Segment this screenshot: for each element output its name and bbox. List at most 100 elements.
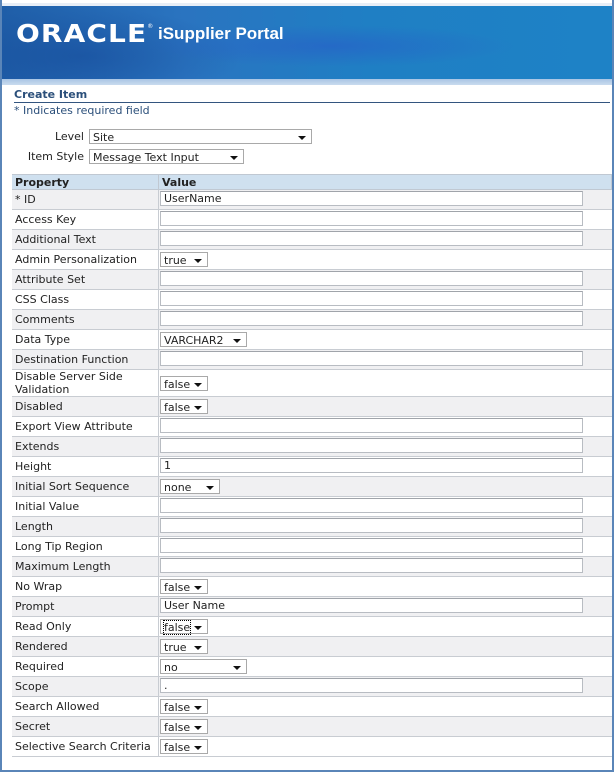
property-select[interactable]: true [160,639,208,654]
property-name: Disable Server Side Validation [12,369,159,397]
property-text-input[interactable] [160,271,583,286]
property-text-input[interactable] [160,311,583,326]
table-row: Length [12,516,612,537]
table-row: Disabled false [12,396,612,417]
property-name: Selective Search Criteria [12,736,159,757]
table-row: Secret false [12,716,612,737]
value-cell [159,417,612,436]
chevron-down-icon [233,339,241,343]
property-value-cell: false [158,396,612,417]
property-select[interactable]: false [160,619,208,635]
select-value: false [164,581,191,594]
select-value: true [164,641,187,654]
chevron-down-icon [194,746,202,750]
item-style-row: Item Style Message Text Input [2,149,322,166]
table-row: Required no [12,656,612,677]
property-text-input[interactable] [160,351,583,366]
value-cell: true [159,637,612,656]
value-cell [159,270,612,289]
property-name: Scope [12,676,159,697]
property-value-cell: no [158,656,612,677]
property-select[interactable]: false [160,719,208,734]
select-value: false [164,377,191,391]
value-cell [159,230,612,249]
required-field-note: * Indicates required field [14,104,150,117]
page-title: Create Item [14,88,610,103]
table-row: Access Key [12,209,612,230]
table-row: Read Only false [12,616,612,637]
property-name: Attribute Set [12,269,159,290]
property-name: Additional Text [12,229,159,250]
property-text-input[interactable] [160,498,583,513]
table-row: Export View Attribute [12,416,612,437]
item-style-label: Item Style [27,150,84,163]
property-select[interactable]: VARCHAR2 [160,332,247,347]
chevron-down-icon [194,406,202,410]
table-row: Data Type VARCHAR2 [12,329,612,350]
property-value-cell [158,536,612,557]
property-value-cell [158,349,612,370]
property-value-cell [158,516,612,537]
column-header-value: Value [158,174,612,190]
property-select[interactable]: false [160,739,208,754]
property-text-input[interactable]: UserName [160,191,583,206]
value-cell: User Name [159,597,612,616]
properties-table-body: * ID UserName Access Key Additional Text Adm… [12,189,612,757]
property-text-input[interactable] [160,231,583,246]
property-text-input[interactable] [160,418,583,433]
property-text-input[interactable] [160,518,583,533]
property-name: Extends [12,436,159,457]
property-name: Search Allowed [12,696,159,717]
column-header-property: Property [12,174,159,190]
registered-mark: ® [147,23,154,30]
item-style-value: Message Text Input [93,151,199,164]
level-select[interactable]: Site [89,129,312,144]
property-text-input[interactable] [160,291,583,306]
property-value-cell: false [158,716,612,737]
property-value-cell [158,209,612,230]
property-value-cell [158,416,612,437]
property-value-cell [158,229,612,250]
value-cell [159,557,612,576]
value-cell: false [159,374,612,393]
property-text-input[interactable] [160,558,583,573]
value-cell [159,517,612,536]
value-cell: false [159,697,612,716]
banner-divider [2,79,612,85]
property-value-cell: . [158,676,612,697]
property-select[interactable]: no [160,659,247,674]
property-value-cell: false [158,696,612,717]
property-text-input[interactable] [160,438,583,453]
property-text-input[interactable]: 1 [160,458,583,473]
property-select[interactable]: none [160,479,220,494]
value-cell: false [159,397,612,416]
product-name: iSupplier Portal [158,24,284,43]
table-row: * ID UserName [12,189,612,210]
property-value-cell: 1 [158,456,612,477]
property-value-cell: true [158,249,612,270]
table-row: Search Allowed false [12,696,612,717]
brand-name: ORACLE [16,19,148,48]
level-value: Site [93,131,115,144]
value-cell [159,310,612,329]
property-text-input[interactable] [160,211,583,226]
property-value-cell: none [158,476,612,497]
item-style-select[interactable]: Message Text Input [89,149,244,164]
value-cell: VARCHAR2 [159,330,612,349]
property-name: Maximum Length [12,556,159,577]
property-select[interactable]: false [160,399,208,414]
property-text-input[interactable]: User Name [160,598,583,613]
chevron-down-icon [194,382,202,387]
property-text-input[interactable] [160,538,583,553]
table-row: Admin Personalization true [12,249,612,270]
select-value: none [164,481,192,494]
property-select[interactable]: false [160,579,208,594]
property-select[interactable]: false [160,375,208,391]
property-select[interactable]: true [160,252,208,267]
property-select[interactable]: false [160,699,208,714]
property-name: Destination Function [12,349,159,370]
property-text-input[interactable]: . [160,678,583,693]
property-name: Length [12,516,159,537]
select-value: false [164,701,191,714]
property-name: Long Tip Region [12,536,159,557]
